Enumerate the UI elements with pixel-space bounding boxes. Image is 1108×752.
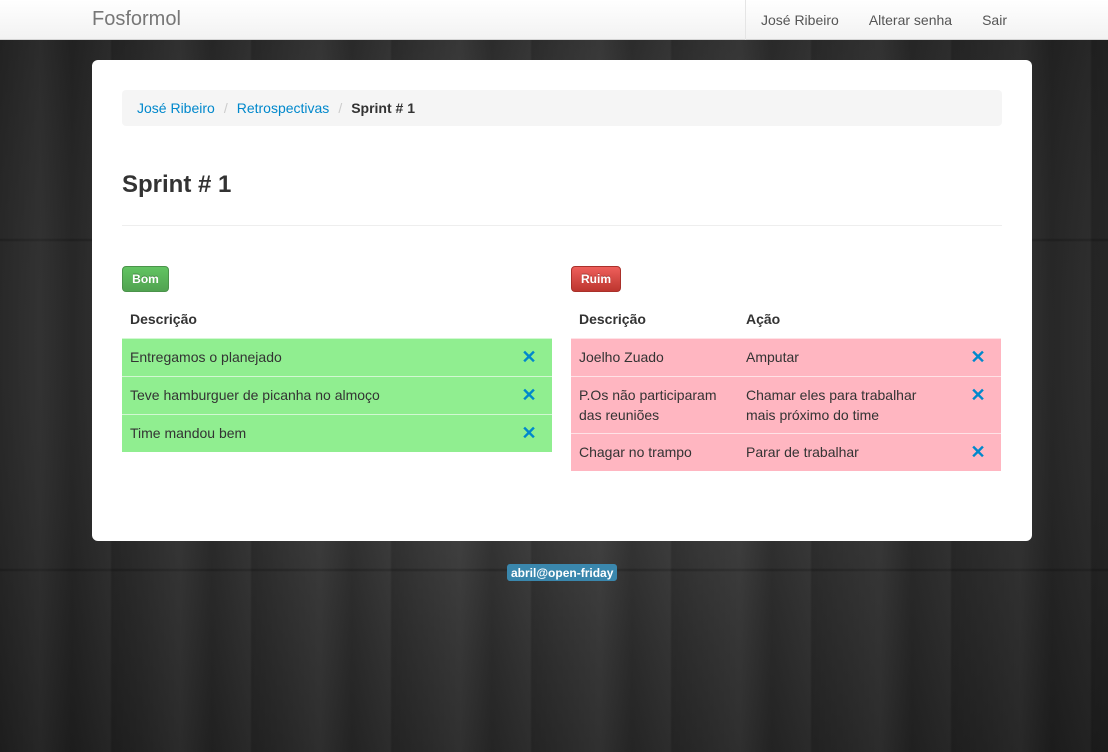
nav-user-link[interactable]: José Ribeiro [746,0,854,40]
bom-descricao: Time mandou bem [122,413,506,452]
ruim-descricao: Chagar no trampo [571,432,738,471]
bom-button[interactable]: Bom [122,266,169,292]
nav-logout-link[interactable]: Sair [967,0,1022,40]
table-row: Chagar no trampo Parar de trabalhar ✕ [571,432,1001,471]
navbar: Fosformol José Ribeiro Alterar senha Sai… [0,0,1108,40]
breadcrumb-divider: / [338,100,343,116]
ruim-table: Descrição Ação Joelho Zuado Amputar ✕ P.… [571,300,1001,471]
navbar-menu: José Ribeiro Alterar senha Sair [744,0,1108,40]
bom-table: Descrição Entregamos o planejado ✕ Teve … [122,300,552,452]
close-icon[interactable]: ✕ [970,442,985,462]
close-icon[interactable]: ✕ [521,347,536,367]
ruim-acao: Amputar [738,337,955,376]
table-row: P.Os não participaram das reuniões Chama… [571,375,1001,433]
close-icon[interactable]: ✕ [521,385,536,405]
version-badge: abril@open-friday [507,564,618,581]
close-icon[interactable]: ✕ [970,347,985,367]
page-title: Sprint # 1 [122,171,232,198]
table-row: Joelho Zuado Amputar ✕ [571,337,1001,376]
close-icon[interactable]: ✕ [970,385,985,405]
column-header-acao: Ação [746,310,781,327]
ruim-acao: Parar de trabalhar [738,432,955,471]
breadcrumb-user[interactable]: José Ribeiro [137,100,215,116]
table-row: Entregamos o planejado ✕ [122,337,552,376]
breadcrumb: José Ribeiro / Retrospectivas / Sprint #… [122,90,1002,126]
breadcrumb-divider: / [223,100,228,116]
close-icon[interactable]: ✕ [521,423,536,443]
column-header-descricao: Descrição [130,310,197,327]
nav-change-password-link[interactable]: Alterar senha [854,0,967,40]
table-row: Teve hamburguer de picanha no almoço ✕ [122,375,552,414]
ruim-button[interactable]: Ruim [571,266,621,292]
ruim-descricao: P.Os não participaram das reuniões [571,375,738,433]
bom-descricao: Teve hamburguer de picanha no almoço [122,375,506,414]
column-header-empty [506,300,552,338]
bom-descricao: Entregamos o planejado [122,337,506,376]
main-panel: José Ribeiro / Retrospectivas / Sprint #… [92,60,1032,541]
divider [122,225,1002,226]
breadcrumb-retrospectives[interactable]: Retrospectivas [237,100,330,116]
ruim-descricao: Joelho Zuado [571,337,738,376]
column-header-descricao: Descrição [579,310,646,327]
column-header-empty [955,300,1001,338]
breadcrumb-current: Sprint # 1 [351,100,415,116]
table-row: Time mandou bem ✕ [122,413,552,452]
ruim-acao: Chamar eles para trabalhar mais próximo … [738,375,955,433]
brand-logo[interactable]: Fosformol [92,8,181,31]
